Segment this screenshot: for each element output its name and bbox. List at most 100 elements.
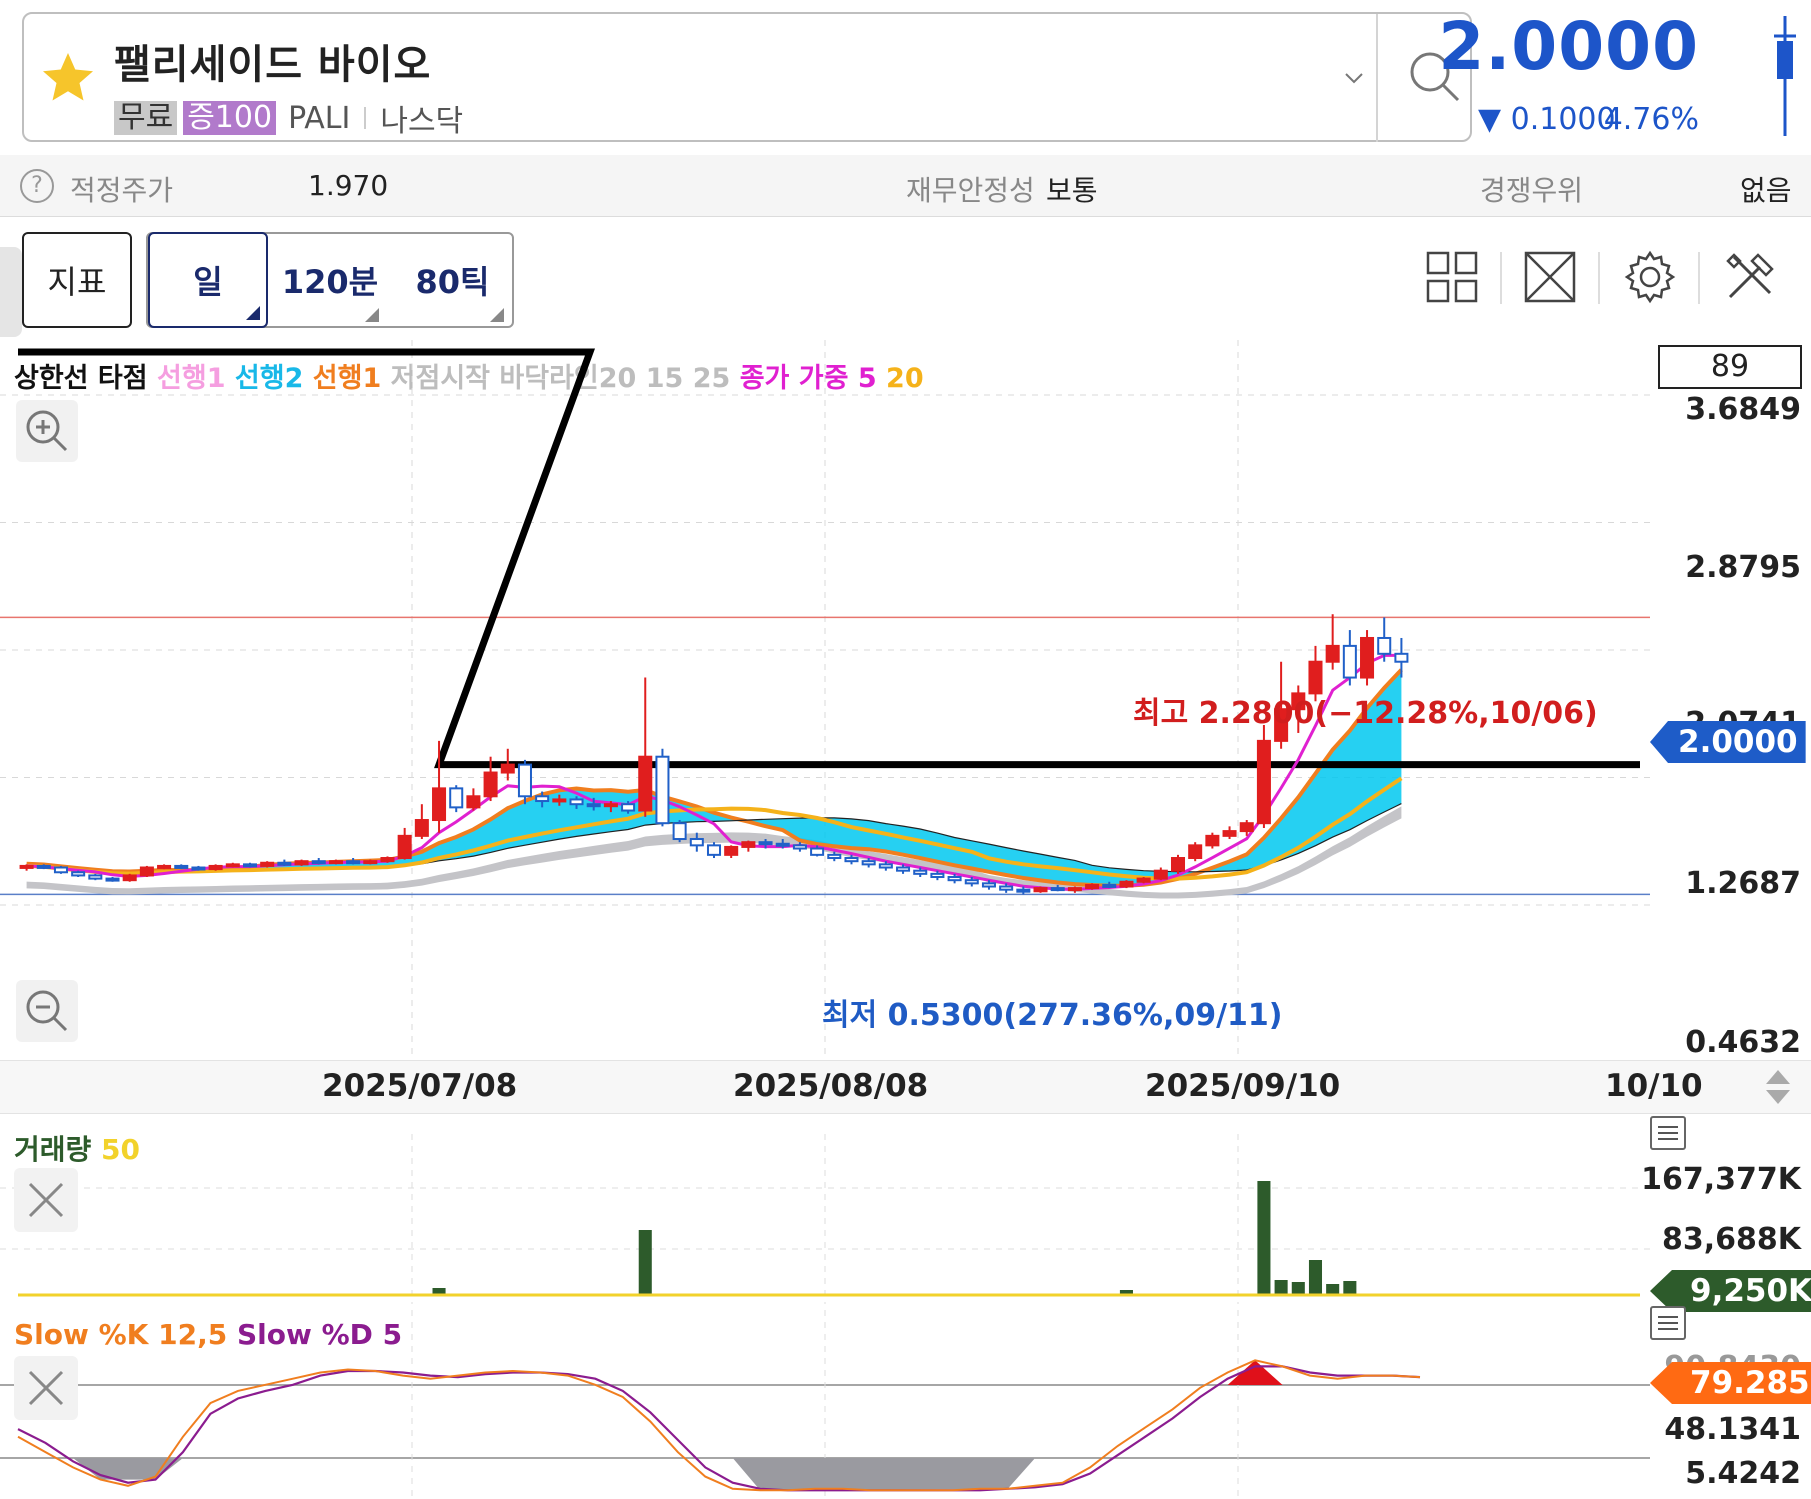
free-badge: 무료 — [114, 101, 178, 135]
candle-body — [1067, 887, 1082, 892]
corner-triangle-icon — [246, 306, 260, 320]
candle-body — [758, 841, 773, 846]
axis-scroll-icon[interactable] — [1762, 1066, 1794, 1108]
candle-body — [1050, 887, 1065, 892]
candle-body — [1222, 830, 1237, 837]
chevron-down-icon[interactable] — [1334, 64, 1374, 94]
candle-body — [328, 860, 343, 865]
stock-tags: 무료 증100 PALI 나스닥 — [114, 96, 463, 140]
candle-body — [827, 853, 842, 860]
candle-count-box[interactable]: 89 — [1658, 345, 1802, 389]
mini-candle-icon — [1774, 16, 1796, 136]
stock-header: 팰리세이드 바이오 무료 증100 PALI 나스닥 2.0000 ▼ 0.10… — [0, 0, 1811, 155]
candle-body — [1325, 644, 1340, 663]
close-icon[interactable] — [14, 1356, 78, 1420]
zoom-out-icon[interactable] — [16, 980, 78, 1042]
candle-body — [810, 847, 825, 856]
y-axis-tick: 2.8795 — [1685, 550, 1801, 585]
help-icon[interactable]: ? — [20, 169, 54, 203]
volume-bar — [1308, 1260, 1323, 1296]
fullscreen-icon[interactable] — [1520, 247, 1580, 307]
favorite-star-icon[interactable] — [38, 48, 98, 108]
candle-body — [1256, 739, 1271, 825]
candle-body — [1085, 883, 1100, 890]
candle-body — [1377, 636, 1392, 655]
candle-body — [19, 864, 34, 869]
exchange-name: 나스닥 — [380, 104, 464, 139]
candle-body — [1394, 652, 1409, 663]
tools-icon[interactable] — [1720, 247, 1780, 307]
stoch-d-label: Slow %D 5 — [236, 1318, 403, 1351]
candle-body — [689, 838, 704, 847]
fair-price-value: 1.970 — [308, 169, 389, 202]
divider — [1598, 252, 1600, 304]
close-icon[interactable] — [14, 1168, 78, 1232]
candle-body — [655, 755, 670, 825]
grid-layout-icon[interactable] — [1422, 247, 1482, 307]
period-day-button[interactable]: 일 — [148, 232, 268, 328]
volume-title: 거래량 50 — [14, 1128, 140, 1168]
candle-body — [1119, 880, 1134, 888]
indicator-button[interactable]: 지표 — [22, 232, 132, 328]
candle-body — [1033, 887, 1048, 893]
candle-body — [535, 795, 550, 803]
candle-body — [208, 864, 223, 871]
candle-body — [363, 860, 378, 865]
y-axis-tick: 3.6849 — [1685, 392, 1801, 427]
side-drawer-handle[interactable] — [0, 247, 22, 337]
candle-body — [242, 863, 258, 868]
candle-body — [603, 803, 618, 808]
candle-body — [449, 787, 464, 809]
candle-body — [861, 860, 876, 866]
date-tick: 2025/09/10 — [1145, 1068, 1341, 1104]
period-120min-button[interactable]: 120분 — [275, 232, 385, 328]
stoch-y-tick: 5.4242 — [1685, 1456, 1801, 1491]
stability-label: 재무안정성 — [906, 174, 1035, 207]
volume-title-label: 거래량 — [14, 1133, 92, 1166]
volume-chart[interactable] — [0, 1114, 1650, 1304]
oversold-fill — [732, 1458, 1036, 1491]
candle-body — [1153, 869, 1168, 880]
candle-body — [36, 864, 51, 869]
volume-bar — [638, 1230, 652, 1296]
candle-body — [517, 763, 532, 798]
candle-body — [71, 871, 86, 877]
period-day-label: 일 — [193, 263, 223, 301]
volume-bar — [1257, 1181, 1271, 1296]
corner-triangle-icon — [365, 308, 379, 322]
panel-menu-icon[interactable] — [1650, 1306, 1686, 1340]
stock-search-box[interactable]: 팰리세이드 바이오 무료 증100 PALI 나스닥 — [22, 12, 1472, 142]
candle-body — [1170, 857, 1186, 872]
settings-gear-icon[interactable] — [1620, 247, 1680, 307]
stock-name: 팰리세이드 바이오 — [114, 42, 432, 88]
candle-body — [483, 771, 498, 798]
candle-body — [225, 863, 240, 868]
period-120min-label: 120분 — [281, 263, 379, 301]
candle-body — [724, 845, 739, 856]
candle-body — [964, 879, 979, 885]
volume-title-param: 50 — [101, 1133, 140, 1166]
stoch-title: Slow %K 12,5 Slow %D 5 — [14, 1318, 402, 1351]
candle-body — [397, 834, 412, 860]
panel-menu-icon[interactable] — [1650, 1116, 1686, 1150]
candle-body — [792, 844, 807, 850]
y-axis-tick: 0.4632 — [1685, 1025, 1801, 1060]
candle-body — [1102, 883, 1117, 888]
candle-body — [896, 866, 911, 872]
candle-body — [913, 869, 928, 875]
candle-body — [122, 874, 137, 882]
date-tick: 2025/07/08 — [322, 1068, 518, 1104]
divider — [364, 107, 367, 129]
period-80tick-button[interactable]: 80틱 — [395, 232, 510, 328]
divider — [1698, 252, 1700, 304]
fair-price-label: 적정주가 — [70, 174, 174, 207]
stoch-y-tick: 48.1341 — [1664, 1412, 1801, 1447]
low-annotation: 최저 0.5300(277.36%,09/11) — [822, 998, 1283, 1033]
price-change-percent: 4.76% — [1603, 102, 1699, 137]
zoom-in-icon[interactable] — [16, 400, 78, 462]
candle-body — [105, 877, 120, 882]
candle-body — [157, 864, 172, 869]
candle-body — [1239, 822, 1254, 833]
stoch-k-label: Slow %K 12,5 — [14, 1318, 228, 1351]
candle-body — [1136, 877, 1151, 883]
